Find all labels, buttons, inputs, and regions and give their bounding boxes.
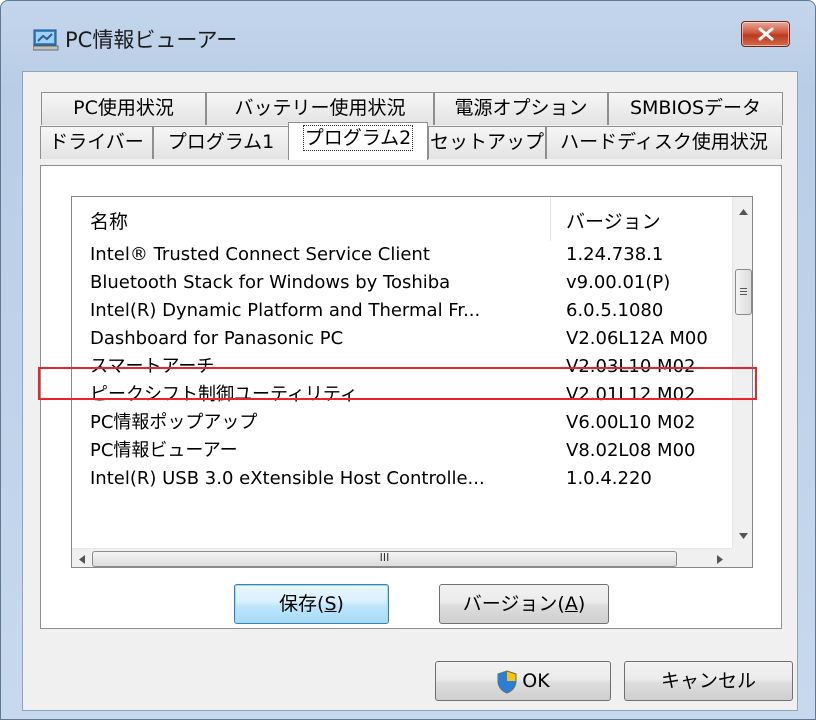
scroll-left-arrow-icon[interactable] — [77, 554, 87, 565]
program-version: V2.01L12 M02 — [566, 384, 696, 405]
list-rows: Intel® Trusted Connect Service Client 1.2… — [72, 241, 732, 493]
column-divider[interactable] — [550, 197, 551, 241]
ok-button[interactable]: OK — [435, 661, 611, 701]
vertical-scroll-thumb[interactable] — [735, 269, 752, 315]
save-button[interactable]: 保存(S) — [234, 584, 389, 624]
save-button-mnemonic: S — [324, 593, 337, 615]
list-item[interactable]: Intel(R) Dynamic Platform and Thermal Fr… — [72, 297, 732, 325]
column-header-name[interactable]: 名称 — [90, 207, 128, 234]
title-bar[interactable]: PC情報ビューアー — [1, 1, 815, 71]
list-item[interactable]: ピークシフト制御ユーティリティ V2.01L12 M02 — [72, 381, 732, 409]
uac-shield-icon — [497, 669, 517, 694]
list-item[interactable]: PC情報ビューアー V8.02L08 M00 — [72, 437, 732, 465]
program-name: Bluetooth Stack for Windows by Toshiba — [90, 272, 451, 293]
program-version: 1.0.4.220 — [566, 468, 652, 489]
program-name: Dashboard for Panasonic PC — [90, 328, 344, 349]
program-version: V8.02L08 M00 — [566, 440, 696, 461]
program-version: V2.03L10 M02 — [566, 356, 696, 377]
program-name: Intel(R) Dynamic Platform and Thermal Fr… — [90, 300, 481, 321]
tab-programs-1[interactable]: プログラム1 — [153, 126, 289, 159]
program-version: 1.24.738.1 — [566, 244, 664, 265]
program-name: Intel(R) USB 3.0 eXtensible Host Control… — [90, 468, 485, 489]
version-button[interactable]: バージョン(A) — [439, 584, 609, 624]
scrollbar-corner — [732, 548, 752, 567]
ok-button-label: OK — [522, 670, 550, 692]
program-version: V2.06L12A M00 — [566, 328, 708, 349]
version-button-suffix: ) — [577, 593, 586, 615]
close-icon — [758, 27, 774, 41]
list-item[interactable]: Dashboard for Panasonic PC V2.06L12A M00 — [72, 325, 732, 353]
tab-battery-usage[interactable]: バッテリー使用状況 — [206, 92, 434, 125]
list-item[interactable]: Intel® Trusted Connect Service Client 1.2… — [72, 241, 732, 269]
tab-hard-disk-usage[interactable]: ハードディスク使用状況 — [546, 126, 782, 159]
grip-line — [740, 288, 747, 289]
program-name: スマートアーチ — [90, 356, 215, 377]
window-title: PC情報ビューアー — [65, 28, 238, 52]
grip-line — [740, 294, 747, 295]
tab-programs-2-label: プログラム2 — [302, 125, 414, 151]
list-item[interactable]: PC情報ポップアップ V6.00L10 M02 — [72, 409, 732, 437]
scroll-right-arrow-icon[interactable] — [715, 554, 725, 565]
program-name: Intel® Trusted Connect Service Client — [90, 244, 430, 265]
tab-programs-2[interactable]: プログラム2 — [288, 122, 428, 160]
save-button-label: 保存( — [279, 593, 325, 615]
program-name: ピークシフト制御ユーティリティ — [90, 384, 358, 405]
program-version: 6.0.5.1080 — [566, 300, 664, 321]
close-button[interactable] — [741, 21, 790, 47]
app-window: PC情報ビューアー PC使用状況 バッテリー使用状況 電源オプション SMBIO… — [0, 0, 816, 720]
tab-panel-programs-2: 名称 バージョン Intel® Trusted Connect Service … — [40, 165, 782, 629]
horizontal-scroll-thumb[interactable]: III — [92, 551, 677, 567]
list-item[interactable]: Bluetooth Stack for Windows by Toshiba v9… — [72, 269, 732, 297]
vertical-scrollbar[interactable] — [732, 197, 752, 548]
cancel-button[interactable]: キャンセル — [624, 661, 793, 701]
tab-smbios-data[interactable]: SMBIOSデータ — [608, 92, 783, 125]
list-item[interactable]: Intel(R) USB 3.0 eXtensible Host Control… — [72, 465, 732, 493]
tab-pc-usage[interactable]: PC使用状況 — [41, 92, 206, 125]
list-item[interactable]: スマートアーチ V2.03L10 M02 — [72, 353, 732, 381]
scroll-up-arrow-icon[interactable] — [738, 207, 749, 217]
list-header: 名称 バージョン — [72, 197, 732, 241]
version-button-mnemonic: A — [564, 593, 578, 615]
dialog-client-area: PC使用状況 バッテリー使用状況 電源オプション SMBIOSデータ ドライバー… — [22, 71, 798, 711]
program-version: V6.00L10 M02 — [566, 412, 696, 433]
horizontal-scrollbar[interactable]: III — [72, 548, 732, 567]
tab-drivers[interactable]: ドライバー — [40, 126, 153, 159]
grip-line — [740, 291, 747, 292]
tab-power-options[interactable]: 電源オプション — [434, 92, 608, 125]
program-name: PC情報ポップアップ — [90, 412, 258, 433]
version-button-label: バージョン( — [462, 593, 565, 615]
program-list[interactable]: 名称 バージョン Intel® Trusted Connect Service … — [71, 196, 753, 568]
pc-monitor-icon — [33, 29, 59, 51]
program-name: PC情報ビューアー — [90, 440, 238, 461]
tab-setup[interactable]: セットアップ — [428, 126, 546, 159]
column-header-version[interactable]: バージョン — [566, 207, 661, 234]
scroll-down-arrow-icon[interactable] — [738, 531, 749, 541]
program-version: v9.00.01(P) — [566, 272, 671, 293]
save-button-suffix: ) — [336, 593, 344, 615]
